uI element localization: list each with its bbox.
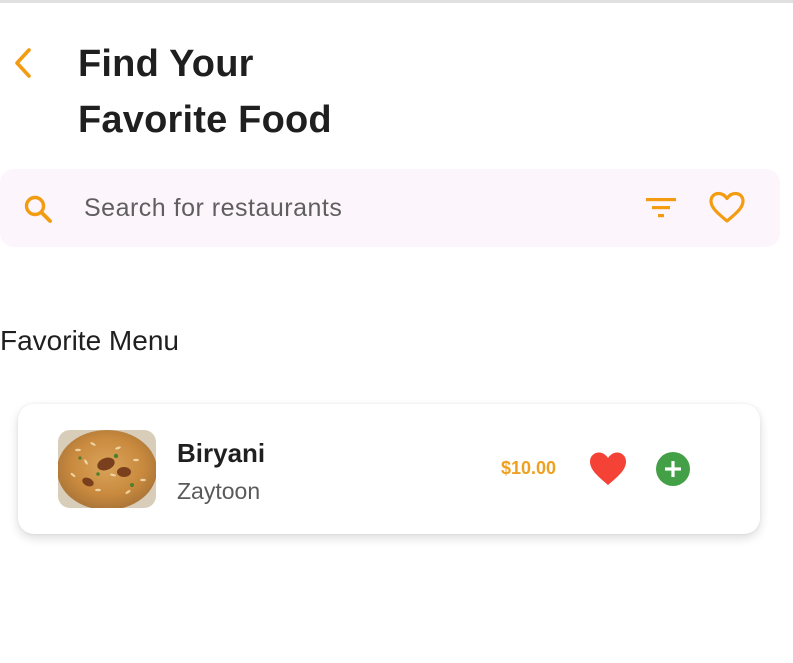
food-name: Biryani	[177, 438, 266, 468]
restaurant-name: Zaytoon	[177, 478, 261, 504]
favorite-heart-icon[interactable]	[588, 449, 628, 489]
top-divider	[0, 0, 793, 3]
search-input[interactable]	[84, 188, 604, 228]
food-price: $10.00	[501, 458, 557, 478]
food-image	[58, 430, 156, 508]
page-title-line-1: Find Your	[78, 43, 254, 85]
search-icon[interactable]	[22, 193, 54, 225]
page-title-line-2: Favorite Food	[78, 99, 332, 141]
chevron-left-icon	[15, 48, 31, 78]
menu-item-card[interactable]: Biryani Zaytoon $10.00	[18, 404, 760, 534]
search-bar	[0, 169, 780, 247]
page-title: Find Your Favorite Food	[78, 36, 332, 148]
add-circle-icon[interactable]	[656, 452, 690, 486]
page: Find Your Favorite Food Favorite Menu	[0, 0, 793, 663]
heart-outline-icon[interactable]	[708, 189, 746, 227]
back-button[interactable]	[8, 44, 38, 82]
section-title-favorite-menu: Favorite Menu	[0, 325, 179, 356]
filter-icon[interactable]	[644, 191, 678, 225]
